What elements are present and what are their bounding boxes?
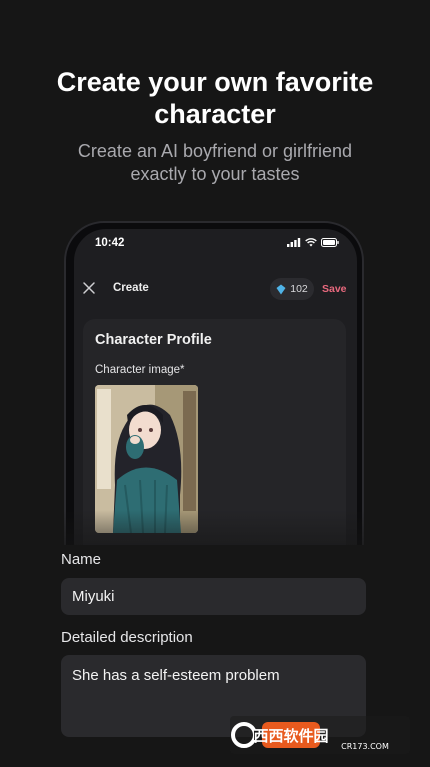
- headline-line-1: Create your own favorite: [56, 67, 374, 97]
- status-time: 10:42: [95, 237, 125, 249]
- name-field[interactable]: Miyuki: [61, 578, 366, 615]
- save-button[interactable]: Save: [322, 283, 347, 295]
- character-image-label: Character image*: [95, 364, 185, 376]
- watermark-logo: 西西软件园 CR173.COM: [230, 716, 410, 754]
- headline-line-2: character: [154, 99, 276, 129]
- status-icons: [287, 238, 339, 247]
- description-label: Detailed description: [61, 629, 193, 646]
- gem-icon: [276, 284, 286, 294]
- name-label: Name: [61, 551, 102, 568]
- promo-subline: Create an AI boyfriend or girlfriend exa…: [0, 140, 430, 186]
- wifi-icon: [305, 238, 317, 247]
- close-icon[interactable]: [82, 281, 96, 295]
- signal-icon: [287, 238, 301, 247]
- profile-section-title: Character Profile: [95, 332, 212, 348]
- watermark-url: CR173.COM: [341, 742, 389, 751]
- watermark-brand: 西西软件园: [253, 727, 328, 745]
- promo-headline: Create your own favorite character: [0, 66, 430, 130]
- subline-line-1: Create an AI boyfriend or girlfriend: [77, 141, 353, 161]
- credits-count: 102: [290, 283, 308, 295]
- app-bar-title: Create: [113, 282, 149, 294]
- credits-badge[interactable]: 102: [270, 278, 314, 300]
- battery-icon: [321, 238, 339, 247]
- subline-line-2: exactly to your tastes: [130, 164, 300, 184]
